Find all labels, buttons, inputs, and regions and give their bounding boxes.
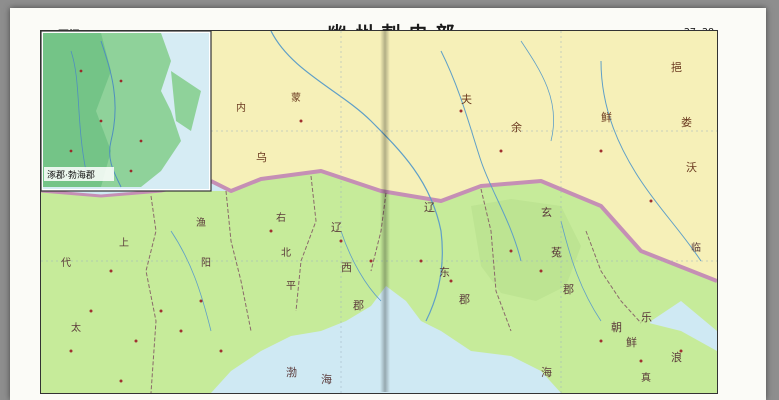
label-lintun: 临 (691, 241, 701, 254)
label-xianbei: 鲜 (601, 110, 612, 124)
label-sea: 海 (541, 365, 552, 379)
label-liaodong-2: 东 (439, 266, 450, 279)
label-liaoxi-3: 郡 (353, 299, 364, 312)
label-lelang-2: 浪 (671, 350, 682, 364)
label-lelang-1: 乐 (641, 311, 652, 324)
label-xuantu-1: 玄 (541, 205, 552, 219)
label-xuantu-3: 郡 (563, 283, 574, 296)
label-wuhuan: 乌 (256, 150, 267, 164)
label-bohai-2: 海 (321, 372, 332, 386)
label-bohai-1: 渤 (286, 366, 297, 379)
book-gutter (380, 30, 390, 392)
inset-map: 涿郡·勃海郡 (41, 31, 212, 192)
label-youbeiping-1: 右 (276, 211, 286, 224)
label-yuyang-2: 阳 (201, 257, 211, 269)
label-liaoxi-1: 辽 (331, 221, 342, 234)
label-xuantu-2: 菟 (551, 246, 562, 259)
label-yilou-2: 娄 (681, 116, 692, 129)
historical-map: 涿郡·勃海郡 夫 余 挹 娄 沃 鲜 乌 内 蒙 辽 东 郡 辽 西 郡 玄 菟… (41, 31, 717, 393)
label-nei-2: 蒙 (291, 91, 301, 104)
label-woju: 沃 (686, 161, 697, 174)
label-liaodong-3: 郡 (459, 293, 470, 306)
label-yilou-1: 挹 (671, 60, 682, 74)
label-fuyu-1: 夫 (461, 93, 472, 106)
label-liaodong-1: 辽 (424, 201, 435, 214)
label-liaoxi-2: 西 (341, 261, 352, 274)
label-yuyang-1: 渔 (196, 217, 206, 229)
label-shanggu: 上 (119, 237, 129, 249)
label-zhenfan: 真 (641, 371, 651, 384)
label-dai: 代 (61, 257, 71, 269)
label-taiyuan: 太 (71, 321, 81, 334)
inset-caption: 涿郡·勃海郡 (47, 169, 95, 181)
label-youbeiping-2: 北 (281, 247, 291, 259)
label-youbeiping-3: 平 (286, 281, 296, 292)
label-nei-1: 内 (236, 101, 246, 114)
map-frame: 涿郡·勃海郡 夫 余 挹 娄 沃 鲜 乌 内 蒙 辽 东 郡 辽 西 郡 玄 菟… (40, 30, 718, 394)
label-chaoxian-1: 朝 (611, 321, 622, 334)
label-chaoxian-2: 鲜 (626, 335, 637, 349)
label-fuyu-2: 余 (511, 120, 522, 134)
